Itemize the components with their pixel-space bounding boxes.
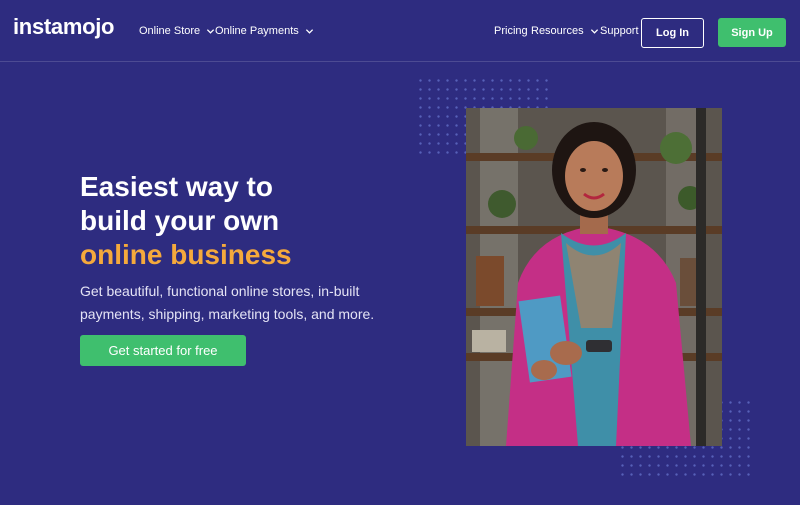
hero-photo — [466, 108, 722, 446]
nav-support-label: Support — [600, 25, 639, 37]
hero-subtitle-line-1: Get beautiful, functional online stores,… — [80, 283, 360, 299]
chevron-down-icon — [305, 27, 314, 36]
nav-pricing[interactable]: Pricing — [494, 25, 528, 37]
hero-title: Easiest way to build your own online bus… — [80, 170, 420, 272]
nav-support[interactable]: Support — [600, 25, 639, 37]
landing-page: instamojo Online Store Online Payments P… — [0, 0, 800, 505]
hero-subtitle: Get beautiful, functional online stores,… — [80, 280, 400, 326]
get-started-button[interactable]: Get started for free — [80, 335, 246, 366]
nav-resources-label: Resources — [531, 25, 584, 37]
chevron-down-icon — [590, 27, 599, 36]
nav-resources[interactable]: Resources — [531, 25, 599, 37]
nav-online-payments-label: Online Payments — [215, 25, 299, 37]
hero-title-line-2: build your own — [80, 205, 280, 236]
nav-online-store-label: Online Store — [139, 25, 201, 37]
login-button[interactable]: Log In — [641, 18, 704, 48]
signup-button[interactable]: Sign Up — [718, 18, 786, 47]
chevron-down-icon — [206, 27, 215, 36]
top-navbar: instamojo Online Store Online Payments P… — [0, 0, 800, 62]
nav-pricing-label: Pricing — [494, 25, 528, 37]
hero-title-accent: online business — [80, 239, 292, 270]
nav-online-store[interactable]: Online Store — [139, 25, 215, 37]
hero-title-line-1: Easiest way to — [80, 171, 273, 202]
hero-subtitle-line-2: payments, shipping, marketing tools, and… — [80, 306, 375, 322]
instamojo-logo[interactable]: instamojo — [13, 14, 115, 40]
nav-online-payments[interactable]: Online Payments — [215, 25, 314, 37]
